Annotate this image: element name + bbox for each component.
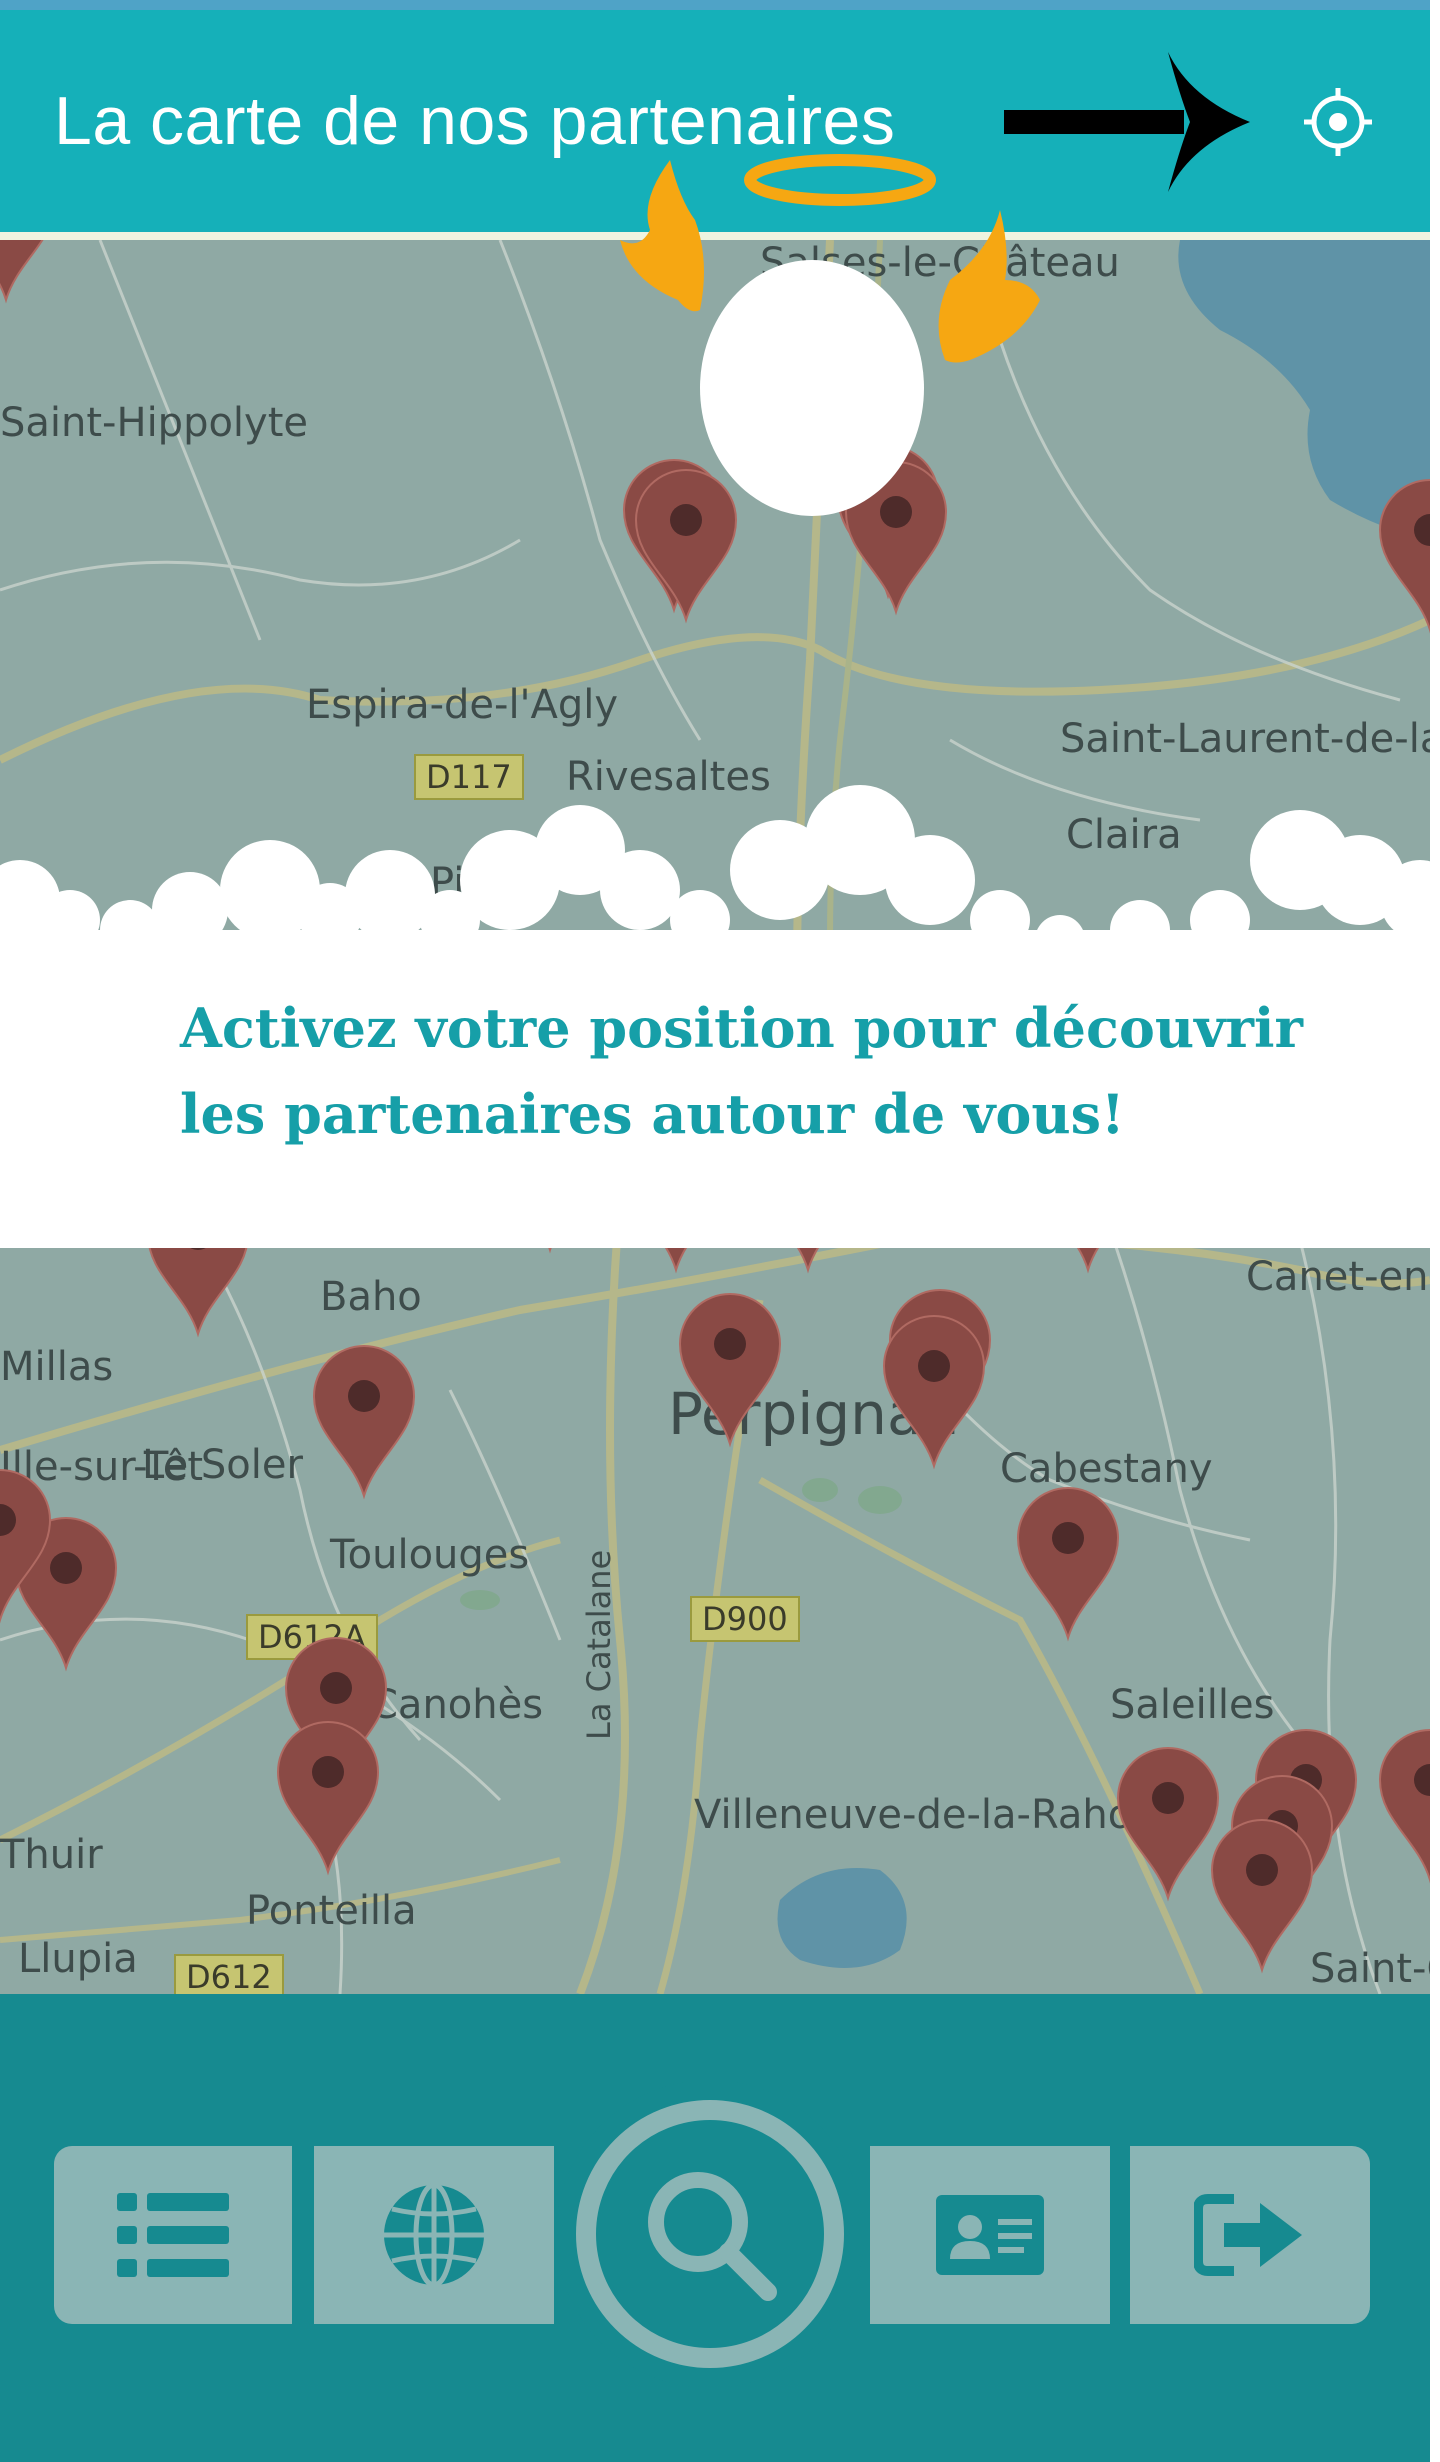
screen-edge (1430, 0, 1440, 2462)
partner-marker[interactable] (678, 1293, 782, 1448)
partner-marker[interactable] (1378, 1729, 1430, 1884)
partner-marker[interactable] (312, 1345, 416, 1500)
right-wing (938, 210, 1040, 363)
sign-out-icon (1194, 2194, 1302, 2276)
list-icon (117, 2193, 229, 2277)
partner-marker[interactable] (0, 240, 56, 304)
partner-marker[interactable] (1210, 1819, 1314, 1974)
clouds-decoration (0, 785, 1440, 960)
search-ring (576, 2100, 844, 2368)
egg-body (700, 260, 924, 516)
profile-button[interactable] (870, 2146, 1110, 2324)
partner-marker[interactable] (276, 1721, 380, 1876)
left-wing (620, 160, 704, 312)
location-prompt-message: Activez votre position pour découvrir le… (180, 996, 1303, 1146)
partner-marker[interactable] (1378, 479, 1430, 634)
globe-icon (384, 2183, 484, 2287)
status-strip (0, 0, 1440, 10)
crosshair-icon[interactable] (1302, 86, 1374, 158)
list-button[interactable] (54, 2146, 292, 2324)
logout-button[interactable] (1130, 2146, 1370, 2324)
halo (744, 154, 936, 206)
id-card-icon (936, 2195, 1044, 2275)
globe-button[interactable] (314, 2146, 554, 2324)
search-button[interactable] (556, 2080, 864, 2388)
partner-marker[interactable] (882, 1315, 986, 1470)
partner-marker[interactable] (1116, 1747, 1220, 1902)
partner-marker[interactable] (1016, 1487, 1120, 1642)
search-icon (648, 2172, 777, 2301)
angel-egg-mascot (620, 154, 1040, 516)
